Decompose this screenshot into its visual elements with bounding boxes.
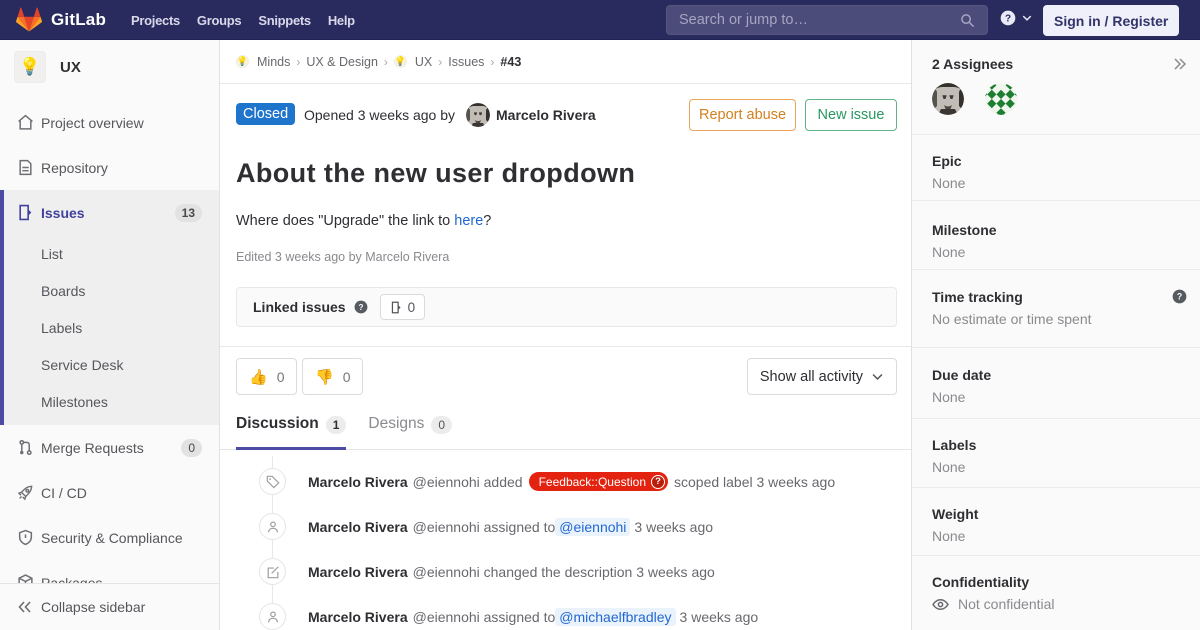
svg-text:?: ? (358, 303, 363, 312)
svg-text:?: ? (1005, 14, 1011, 25)
svg-text:?: ? (1177, 292, 1182, 302)
